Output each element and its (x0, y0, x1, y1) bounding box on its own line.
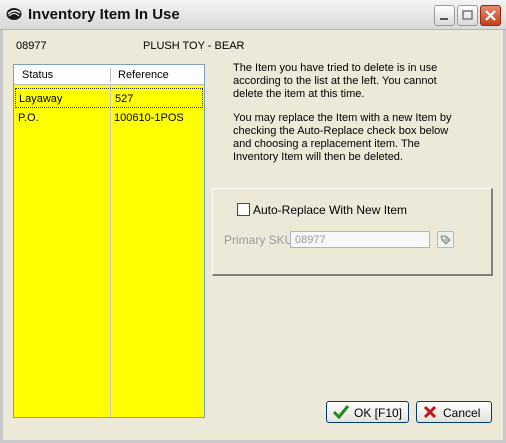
message-line: checking the Auto-Replace check box belo… (233, 125, 449, 137)
row-reference: 527 (115, 93, 134, 105)
lookup-button[interactable] (437, 231, 454, 248)
cancel-button-label: Cancel (443, 406, 481, 420)
x-icon (423, 405, 437, 419)
list-row[interactable]: P.O. 100610-1POS (15, 108, 203, 128)
ok-button-label: OK [F10] (354, 406, 403, 420)
ok-button[interactable]: OK [F10] (326, 401, 409, 423)
message-text: The Item you have tried to delete is in … (233, 62, 483, 101)
close-button[interactable] (480, 5, 501, 26)
message-line: Inventory Item will then be deleted. (233, 151, 403, 163)
checkmark-icon (333, 405, 349, 419)
title-bar: Inventory Item In Use (0, 0, 506, 30)
list-header: Status Reference (14, 65, 204, 85)
item-name: PLUSH TOY - BEAR (143, 40, 245, 52)
row-reference: 100610-1POS (114, 112, 184, 124)
column-header-reference[interactable]: Reference (118, 69, 169, 81)
auto-replace-checkbox[interactable] (237, 203, 250, 216)
cancel-button[interactable]: Cancel (416, 401, 492, 423)
item-sku: 08977 (16, 40, 47, 52)
primary-sku-input[interactable] (290, 231, 430, 248)
message-line: according to the list at the left. You c… (233, 75, 437, 87)
row-status: Layaway (19, 93, 63, 105)
column-header-status[interactable]: Status (22, 69, 53, 81)
lookup-icon (440, 235, 451, 245)
replace-instructions: You may replace the Item with a new Item… (233, 112, 483, 164)
primary-sku-label: Primary SKU: (224, 233, 297, 247)
close-icon (485, 10, 496, 21)
minimize-icon (440, 18, 448, 20)
column-divider[interactable] (110, 68, 111, 82)
message-line: You may replace the Item with a new Item… (233, 112, 452, 124)
column-separator (110, 85, 111, 417)
message-line: and choosing a replacement item. The (233, 138, 420, 150)
message-line: The Item you have tried to delete is in … (233, 62, 438, 74)
maximize-button[interactable] (457, 5, 478, 26)
row-status: P.O. (18, 112, 39, 124)
auto-replace-label[interactable]: Auto-Replace With New Item (253, 203, 407, 217)
message-line: delete the item at this time. (233, 88, 365, 100)
app-logo-icon (6, 8, 22, 20)
list-row[interactable]: Layaway 527 (15, 88, 203, 108)
in-use-list[interactable]: Status Reference Layaway 527 P.O. 100610… (13, 64, 205, 418)
maximize-icon (462, 10, 473, 20)
minimize-button[interactable] (434, 5, 455, 26)
window-title: Inventory Item In Use (28, 6, 180, 23)
